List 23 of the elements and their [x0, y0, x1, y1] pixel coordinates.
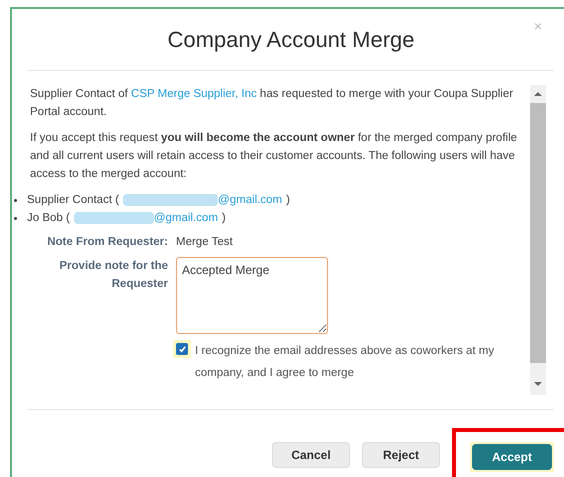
user-email: @gmail.com — [154, 211, 218, 226]
dialog-button[interactable]: Cancel — [272, 442, 350, 468]
scroll-down-icon — [534, 381, 542, 387]
request-message: Supplier Contact of CSP Merge Supplier, Inc has requested to merge with your Coupa Supplier Portal account. — [30, 87, 514, 120]
agree-checkbox[interactable] — [176, 343, 188, 355]
closing-paren: ) — [286, 193, 290, 208]
scroll-up-icon — [534, 91, 542, 97]
closing-paren: ) — [222, 211, 226, 226]
dialog-button[interactable]: Reject — [362, 442, 440, 468]
check-icon — [178, 344, 186, 354]
field-label: Provide note for the Requester — [58, 259, 169, 292]
dialog-title: Company Account Merge — [167, 26, 415, 54]
agree-label: I recognize the email addresses above as coworkers at my company, and I agree to merge — [195, 344, 496, 381]
note-value: Merge Test — [176, 235, 233, 250]
accept-button[interactable]: Accept — [472, 444, 552, 470]
note-textarea[interactable]: Accepted Merge — [176, 257, 328, 334]
field-label: Note From Requester: — [46, 235, 169, 250]
merge-notice: If you accept this request you will become the account owner for the merged company profile and all current users will retain access to their customer accounts. The following users will have access to the merged account: — [30, 131, 518, 182]
user-name: Supplier Contact ( — [27, 193, 120, 208]
bullet-icon — [14, 216, 17, 220]
bullet-icon — [14, 198, 17, 202]
user-email: @gmail.com — [218, 193, 282, 208]
user-name: Jo Bob ( — [27, 211, 70, 226]
